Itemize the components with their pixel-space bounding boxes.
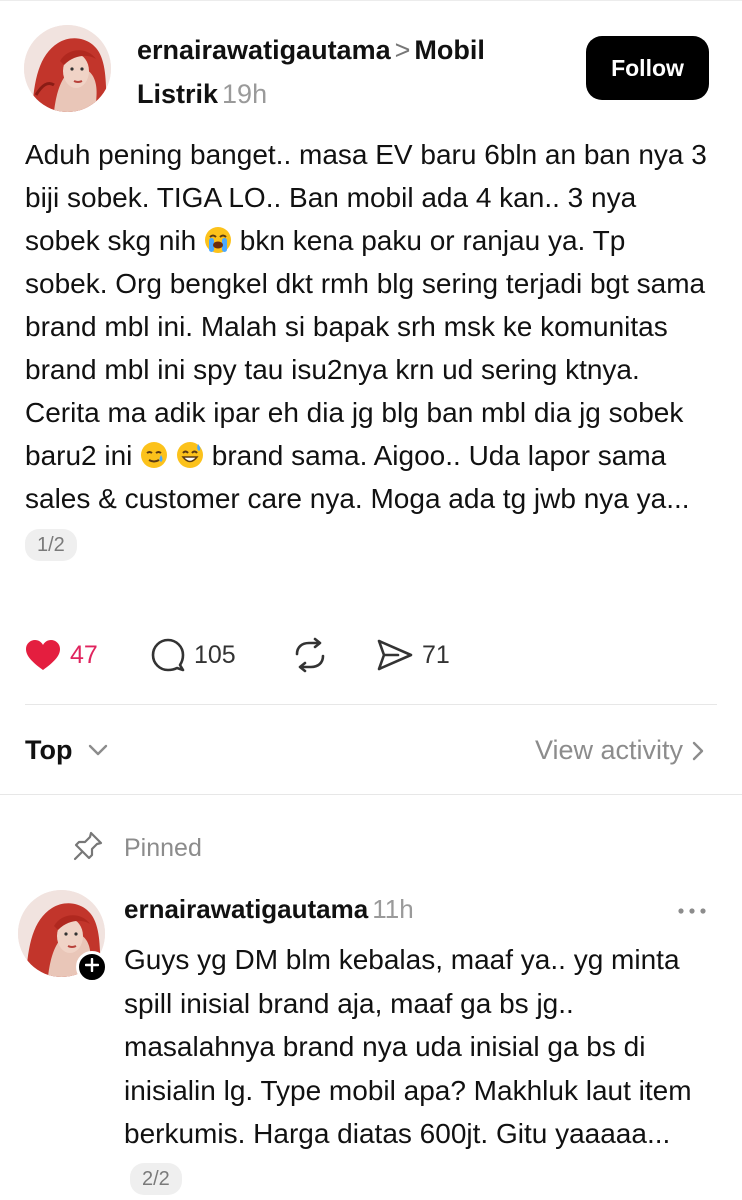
smiling-face-with-tear-icon [140,441,168,469]
chevron-down-icon[interactable] [87,740,109,765]
repost-button[interactable] [291,635,329,675]
comment-icon [150,637,186,673]
reply-count: 105 [194,640,236,669]
share-count: 71 [422,640,450,669]
pinned-label: Pinned [124,833,202,862]
post-time: 19h [222,79,268,109]
page-indicator: 1/2 [25,529,77,561]
sort-bar: Top View activity [25,730,705,770]
pin-icon [72,830,104,867]
like-button[interactable]: 47 [24,635,98,675]
more-icon[interactable] [676,903,708,921]
follow-button[interactable]: Follow [586,36,709,100]
follow-plus-button[interactable] [76,951,108,983]
plus-icon [84,957,100,977]
community-separator: > [394,35,411,65]
heart-icon [24,638,62,672]
avatar[interactable] [24,25,111,112]
share-icon [376,637,414,673]
view-activity-link[interactable]: View activity [535,730,683,770]
reply-button[interactable]: 105 [150,635,236,675]
comment-text: Guys yg DM blm kebalas, maaf ya.. yg min… [124,944,692,1149]
like-count: 47 [70,640,98,669]
divider [25,704,717,705]
comment-username[interactable]: ernairawatigautama [124,894,368,924]
post-header: ernairawatigautama > Mobil Listrik 19h [137,28,557,116]
post-body: Aduh pening banget.. masa EV baru 6bln a… [25,133,715,563]
comment-body: Guys yg DM blm kebalas, maaf ya.. yg min… [124,938,724,1199]
divider [0,794,742,795]
loudly-crying-face-icon [204,226,232,254]
chevron-right-icon[interactable] [691,740,705,767]
top-border [0,0,742,1]
pinned-indicator: Pinned [72,830,202,866]
comment-header: ernairawatigautama 11h [124,890,414,928]
repost-icon [291,637,329,673]
share-button[interactable]: 71 [376,635,450,675]
comment-page-indicator: 2/2 [130,1162,182,1195]
grinning-face-with-sweat-icon [176,441,204,469]
sort-dropdown[interactable]: Top [25,730,72,770]
post-text-part-2: bkn kena paku or ranjau ya. Tp sobek. Or… [25,225,706,471]
action-bar: 47 105 71 [24,635,724,675]
comment-time: 11h [372,894,414,924]
post-username[interactable]: ernairawatigautama [137,35,391,65]
